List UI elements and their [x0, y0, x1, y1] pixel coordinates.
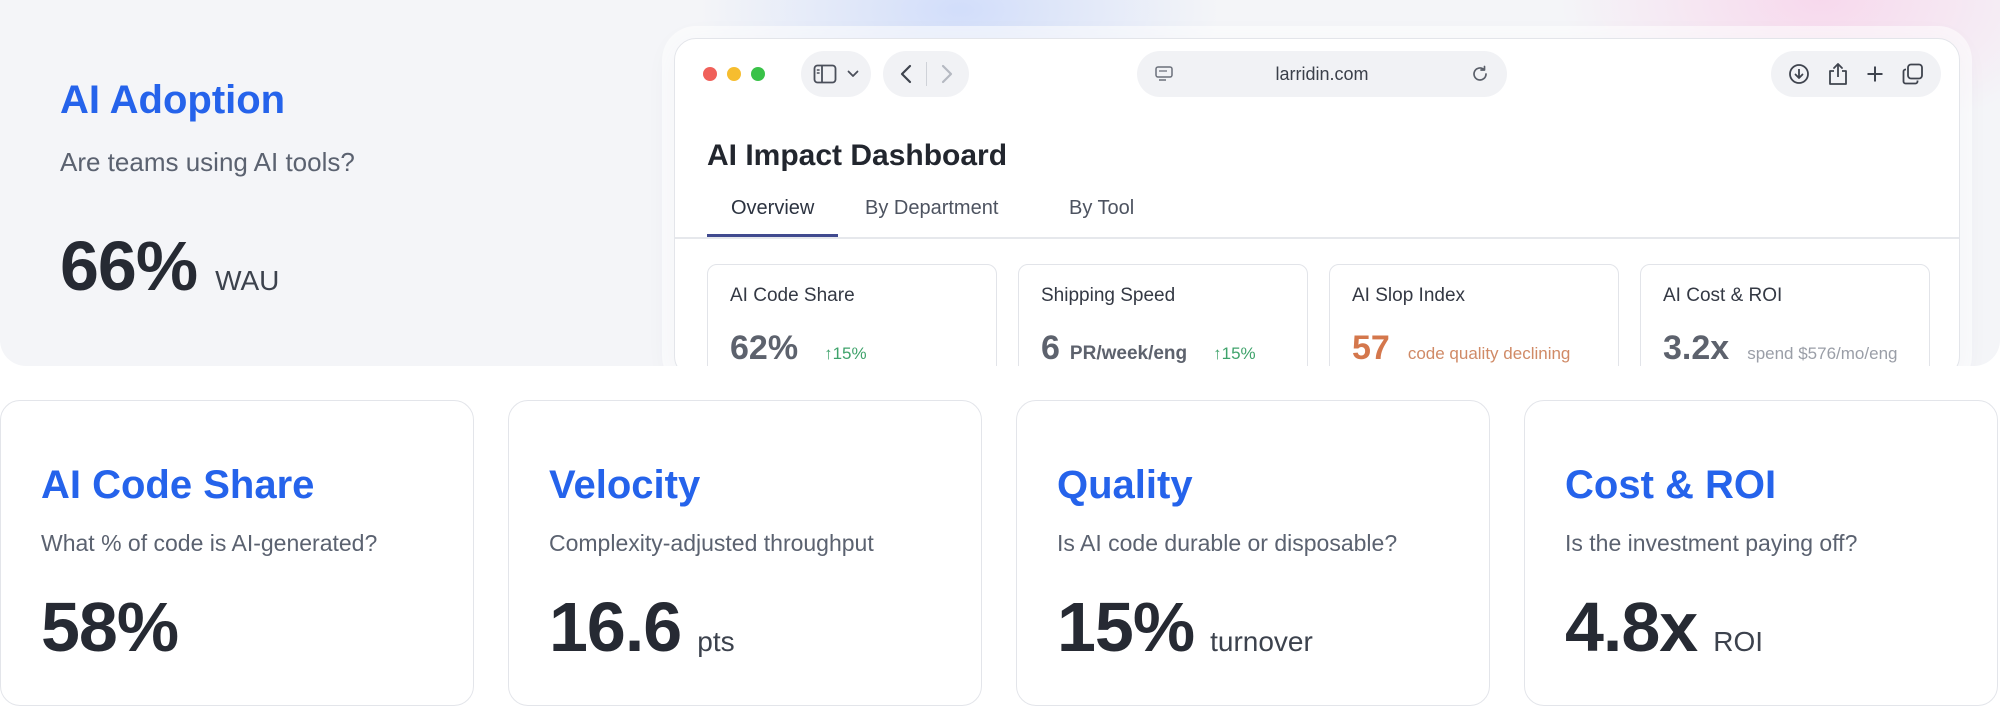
card-metric: 3.2x spend $576/mo/eng: [1663, 329, 1907, 366]
browser-actions: [1771, 51, 1941, 97]
kpi-card-velocity: Velocity Complexity-adjusted throughput …: [508, 400, 982, 706]
tab-by-tool[interactable]: By Tool: [1045, 193, 1158, 237]
kpi-card-ai-code-share: AI Code Share What % of code is AI-gener…: [0, 400, 474, 706]
arrow-up-icon: ↑: [824, 344, 833, 363]
reload-icon[interactable]: [1471, 65, 1489, 83]
kpi-metric: 15% turnover: [1057, 587, 1449, 667]
hero-title: AI Adoption: [60, 78, 286, 122]
hero-panel: AI Adoption Are teams using AI tools? 66…: [0, 0, 2000, 366]
share-icon[interactable]: [1828, 62, 1848, 86]
hero-value: 66%: [60, 227, 198, 305]
card-note: spend $576/mo/eng: [1747, 344, 1898, 363]
kpi-title: Quality: [1057, 463, 1193, 507]
arrow-up-icon: ↑: [1213, 344, 1222, 363]
tab-by-department[interactable]: By Department: [841, 193, 1022, 237]
minimize-window-button[interactable]: [727, 67, 741, 81]
kpi-value: 16.6: [549, 588, 682, 666]
dashboard-card-shipping-speed[interactable]: Shipping Speed 6 PR/week/eng ↑15%: [1018, 264, 1308, 366]
kpi-metric: 58%: [41, 587, 433, 667]
sidebar-toggle-button[interactable]: [801, 51, 871, 97]
close-window-button[interactable]: [703, 67, 717, 81]
card-label: Shipping Speed: [1041, 285, 1176, 306]
new-tab-icon[interactable]: [1866, 65, 1884, 83]
kpi-value: 15%: [1057, 588, 1195, 666]
kpi-title: AI Code Share: [41, 463, 315, 507]
kpi-subtitle: Is AI code durable or disposable?: [1057, 530, 1398, 556]
forward-icon[interactable]: [941, 64, 953, 84]
chevron-down-icon: [847, 70, 859, 78]
browser-toolbar: larridin.com: [675, 39, 1959, 111]
card-metric: 57 code quality declining: [1352, 329, 1596, 366]
zoom-window-button[interactable]: [751, 67, 765, 81]
hero-unit: WAU: [215, 265, 280, 296]
card-label: AI Slop Index: [1352, 285, 1466, 306]
hero-metric: 66% WAU: [60, 226, 279, 306]
dashboard-tabs: Overview By Department By Tool: [675, 185, 1959, 239]
browser-window: larridin.com AI Impact Dashboard Overvie…: [674, 38, 1960, 366]
card-unit: PR/week/eng: [1069, 343, 1188, 364]
card-label: AI Cost & ROI: [1663, 285, 1783, 306]
kpi-unit: turnover: [1210, 626, 1313, 657]
sidebar-icon: [813, 64, 837, 84]
download-icon[interactable]: [1788, 63, 1810, 85]
card-value: 57: [1352, 329, 1390, 366]
kpi-value: 58%: [41, 588, 179, 666]
kpi-title: Cost & ROI: [1565, 463, 1777, 507]
dashboard-card-ai-code-share[interactable]: AI Code Share 62% ↑15%: [707, 264, 997, 366]
navigation-buttons: [883, 51, 969, 97]
hero-text: AI Adoption Are teams using AI tools?: [60, 78, 355, 178]
kpi-value: 4.8x: [1565, 588, 1698, 666]
page-icon: [1155, 66, 1173, 82]
tab-overview[interactable]: Overview: [707, 193, 839, 237]
card-delta: ↑15%: [824, 344, 867, 363]
card-value: 3.2x: [1663, 329, 1730, 366]
back-icon[interactable]: [900, 64, 912, 84]
card-metric: 6 PR/week/eng ↑15%: [1041, 329, 1285, 366]
tabs-icon[interactable]: [1902, 63, 1924, 85]
address-bar[interactable]: larridin.com: [1137, 51, 1507, 97]
kpi-metric: 4.8x ROI: [1565, 587, 1957, 667]
kpi-unit: pts: [697, 626, 735, 657]
kpi-metric: 16.6 pts: [549, 587, 941, 667]
hero-subtitle: Are teams using AI tools?: [60, 147, 355, 177]
card-metric: 62% ↑15%: [730, 329, 974, 366]
kpi-card-quality: Quality Is AI code durable or disposable…: [1016, 400, 1490, 706]
kpi-subtitle: Complexity-adjusted throughput: [549, 530, 874, 556]
dashboard-card-ai-cost-roi[interactable]: AI Cost & ROI 3.2x spend $576/mo/eng: [1640, 264, 1930, 366]
kpi-unit: ROI: [1713, 626, 1764, 657]
kpi-subtitle: What % of code is AI-generated?: [41, 530, 378, 556]
address-url: larridin.com: [1275, 63, 1369, 84]
card-label: AI Code Share: [730, 285, 855, 306]
kpi-title: Velocity: [549, 463, 701, 507]
card-note: code quality declining: [1407, 344, 1571, 363]
dashboard-title: AI Impact Dashboard: [707, 139, 1008, 172]
card-delta: ↑15%: [1213, 344, 1256, 363]
card-value: 6: [1041, 329, 1060, 366]
dashboard-card-ai-slop-index[interactable]: AI Slop Index 57 code quality declining: [1329, 264, 1619, 366]
kpi-card-cost-roi: Cost & ROI Is the investment paying off?…: [1524, 400, 1998, 706]
card-value: 62%: [730, 329, 799, 366]
kpi-subtitle: Is the investment paying off?: [1565, 530, 1858, 556]
divider: [925, 62, 927, 86]
